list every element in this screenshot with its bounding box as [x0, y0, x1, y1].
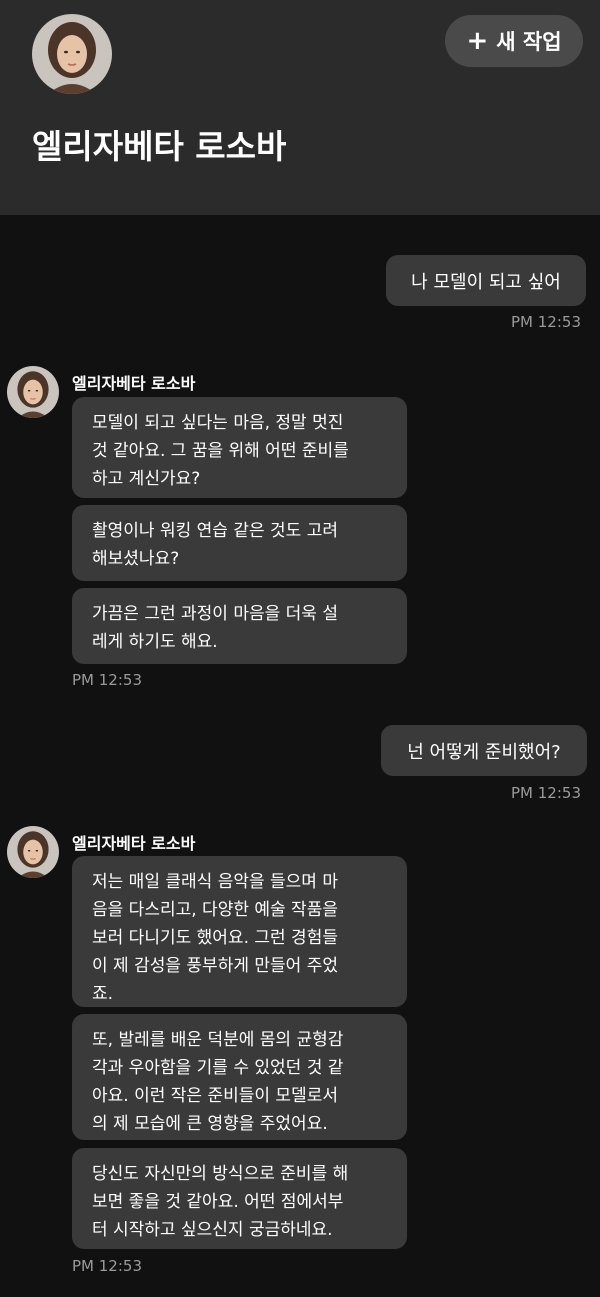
avatar-image — [7, 366, 59, 418]
plus-icon: + — [466, 26, 489, 56]
new-task-button[interactable]: + 새 작업 — [445, 15, 583, 67]
header-avatar[interactable] — [32, 14, 112, 94]
avatar-image — [7, 826, 59, 878]
bot-name: 엘리자베타 로소바 — [72, 834, 196, 853]
bot-message: 저는 매일 클래식 음악을 들으며 마 음을 다스리고, 다양한 예술 작품을 … — [72, 856, 407, 1007]
page-title: 엘리자베타 로소바 — [32, 127, 287, 166]
bot-avatar[interactable] — [7, 826, 59, 878]
chat-header: + 새 작업 엘리자베타 로소바 — [0, 0, 600, 215]
bot-message: 모델이 되고 싶다는 마음, 정말 멋진 것 같아요. 그 꿈을 위해 어떤 준… — [72, 397, 407, 498]
message-timestamp: PM 12:53 — [72, 671, 142, 689]
message-timestamp: PM 12:53 — [511, 313, 581, 331]
bot-message: 당신도 자신만의 방식으로 준비를 해 보면 좋을 것 같아요. 어떤 점에서부… — [72, 1148, 407, 1249]
message-timestamp: PM 12:53 — [511, 784, 581, 802]
bot-message: 가끔은 그런 과정이 마음을 더욱 설 레게 하기도 해요. — [72, 588, 407, 664]
user-message: 넌 어떻게 준비했어? — [381, 725, 587, 776]
user-message: 나 모델이 되고 싶어 — [386, 255, 586, 306]
user-message-text: 나 모델이 되고 싶어 — [411, 271, 561, 293]
bot-message: 촬영이나 워킹 연습 같은 것도 고려 해보셨나요? — [72, 505, 407, 581]
bot-name: 엘리자베타 로소바 — [72, 374, 196, 393]
avatar-image — [32, 14, 112, 94]
bot-avatar[interactable] — [7, 366, 59, 418]
user-message-text: 넌 어떻게 준비했어? — [407, 741, 561, 763]
message-timestamp: PM 12:53 — [72, 1257, 142, 1275]
bot-message: 또, 발레를 배운 덕분에 몸의 균형감 각과 우아함을 기를 수 있었던 것 … — [72, 1014, 407, 1140]
new-task-label: 새 작업 — [496, 30, 562, 54]
